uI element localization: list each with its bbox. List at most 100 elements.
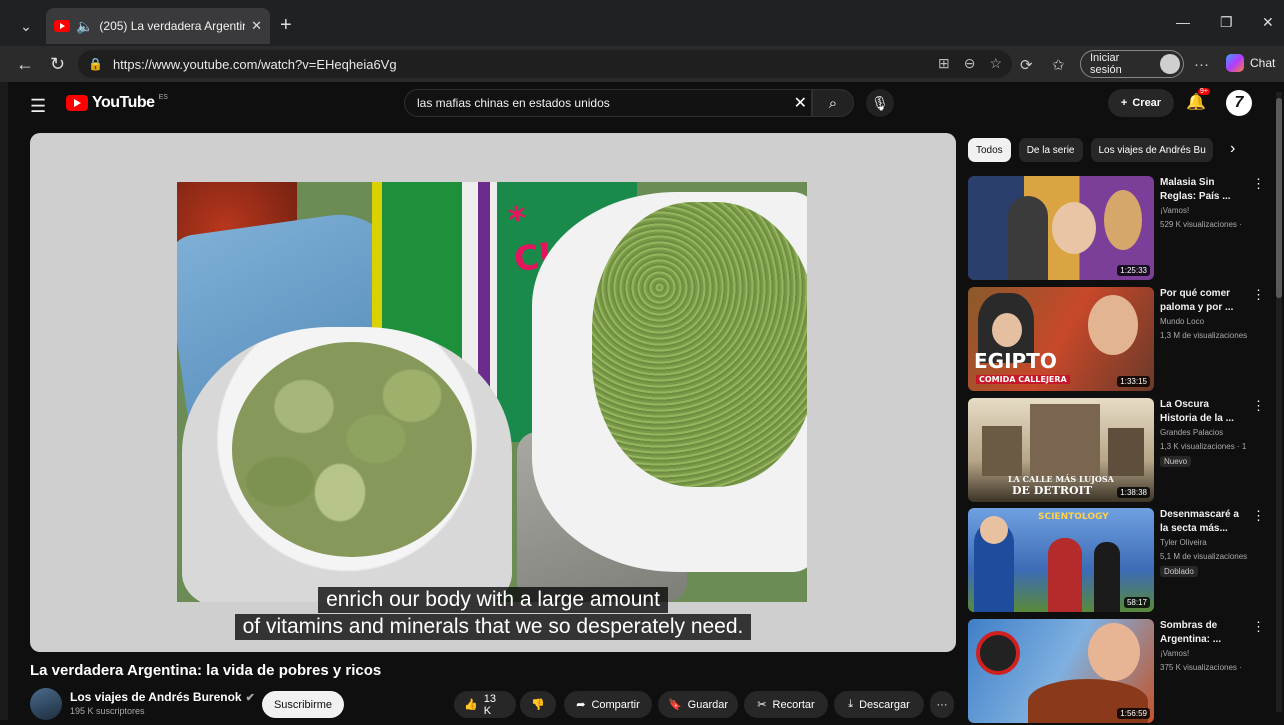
new-badge: Nuevo (1160, 456, 1192, 467)
clip-label: Recortar (772, 698, 815, 711)
chevron-right-icon[interactable]: › (1230, 140, 1235, 158)
recommendation-item[interactable]: EGIPTO COMIDA CALLEJERA 1:33:15 Por qué … (968, 287, 1268, 393)
recommendation-thumbnail[interactable]: 1:25:33 (968, 176, 1154, 280)
scissors-icon: ✂ (757, 699, 767, 711)
search-icon: ⌕ (828, 94, 838, 112)
chip-de-la-serie[interactable]: De la serie (1018, 138, 1083, 162)
back-icon[interactable]: ← (16, 54, 34, 75)
chat-label: Chat (1250, 56, 1276, 70)
plus-icon: + (1120, 97, 1128, 109)
recommendation-title: Desenmascaré a la secta más... (1160, 509, 1239, 534)
channel-name: Los viajes de Andrés Burenok (70, 690, 242, 704)
close-window-icon[interactable]: ✕ (1262, 14, 1274, 31)
subscribe-button[interactable]: Suscribirme (262, 691, 344, 718)
like-count: 13 K (483, 692, 496, 717)
signin-button[interactable]: Iniciar sesión (1080, 50, 1184, 78)
more-options-icon[interactable]: ··· (1194, 56, 1209, 73)
notifications-bell-icon[interactable]: 🔔 9+ (1186, 88, 1210, 112)
new-tab-icon[interactable]: + (280, 14, 292, 37)
more-actions-icon[interactable]: ··· (930, 691, 954, 718)
duration-badge: 1:38:38 (1117, 487, 1150, 498)
recommendation-views: 5,1 M de visualizaciones (1160, 552, 1248, 561)
tab-strip: ⌄ 🔈 (205) La verdadera Argentina: la vid… (0, 0, 1284, 46)
recommendation-thumbnail[interactable]: 1:56:59 (968, 619, 1154, 723)
coca-leaves (232, 342, 472, 557)
speaker-icon[interactable]: 🔈 (76, 18, 93, 35)
video-player[interactable]: * CLAVO enrich our body with a large amo… (30, 133, 956, 652)
dislike-button[interactable]: 👎 (520, 691, 556, 718)
verified-icon: ✔ (245, 692, 255, 704)
recommendation-channel: Mundo Loco (1160, 317, 1205, 326)
create-button[interactable]: + Crear (1108, 89, 1174, 117)
more-vert-icon[interactable]: ⋮ (1252, 176, 1265, 192)
chip-channel[interactable]: Los viajes de Andrés Bu (1090, 138, 1213, 162)
zoom-icon[interactable]: ⊖ (964, 55, 976, 72)
menu-icon[interactable]: ☰ (30, 96, 46, 117)
recommendation-thumbnail[interactable]: EGIPTO COMIDA CALLEJERA 1:33:15 (968, 287, 1154, 391)
more-vert-icon[interactable]: ⋮ (1252, 398, 1265, 414)
recommendation-channel: Tyler Oliveira (1160, 538, 1207, 547)
save-label: Guardar (687, 698, 729, 711)
duration-badge: 58:17 (1123, 597, 1150, 608)
recommendation-item[interactable]: 1:56:59 Sombras de Argentina: ... ¡Vamos… (968, 619, 1268, 725)
browser-tab[interactable]: 🔈 (205) La verdadera Argentina: la vida … (46, 8, 270, 44)
search-button[interactable]: ⌕ (812, 89, 854, 117)
copilot-chat-button[interactable]: Chat (1226, 54, 1275, 72)
clear-search-icon[interactable]: ✕ (794, 93, 807, 113)
favorites-icon[interactable]: ✩ (1052, 56, 1065, 74)
app-available-icon[interactable]: ⊞ (938, 55, 950, 72)
more-vert-icon[interactable]: ⋮ (1252, 508, 1265, 524)
recommendation-thumbnail[interactable]: LA CALLE MÁS LUJOSA DE DETROIT 1:38:38 (968, 398, 1154, 502)
maximize-icon[interactable]: ❐ (1220, 14, 1233, 31)
recommendation-channel: ¡Vamos! (1160, 206, 1190, 215)
recommendation-views: 1,3 M de visualizaciones (1160, 331, 1248, 340)
youtube-page: ☰ YouTube ES las mafias chinas en estado… (8, 82, 1284, 723)
reload-icon[interactable]: ↻ (50, 54, 65, 75)
share-icon: ➦ (576, 699, 586, 711)
chip-todos[interactable]: Todos (968, 138, 1011, 162)
share-label: Compartir (591, 698, 640, 711)
more-vert-icon[interactable]: ⋮ (1252, 287, 1265, 303)
video-frame: * CLAVO (177, 182, 807, 602)
favorite-star-icon[interactable]: ☆ (989, 55, 1002, 72)
tab-list-chevron-icon[interactable]: ⌄ (12, 12, 40, 40)
share-button[interactable]: ➦ Compartir (564, 691, 652, 718)
more-vert-icon[interactable]: ⋮ (1252, 619, 1265, 635)
clip-button[interactable]: ✂ Recortar (744, 691, 828, 718)
page-scrollbar[interactable] (1276, 92, 1282, 712)
thumbnail-overlay-title: SCIENTOLOGY (1038, 512, 1109, 522)
copilot-icon (1226, 54, 1244, 72)
country-code: ES (158, 93, 168, 101)
tab-title: (205) La verdadera Argentina: la vida de… (99, 19, 245, 33)
recommendation-title: Sombras de Argentina: ... (1160, 620, 1222, 645)
recommendation-thumbnail[interactable]: SCIENTOLOGY 58:17 (968, 508, 1154, 612)
thumbs-down-icon: 👎 (531, 699, 545, 711)
account-avatar[interactable]: 7 (1226, 90, 1252, 116)
channel-name-row[interactable]: Los viajes de Andrés Burenok ✔ (70, 690, 255, 704)
download-button[interactable]: ⤓ Descargar (834, 691, 924, 718)
lock-icon: 🔒 (88, 57, 103, 71)
caption-line-1: enrich our body with a large amount (318, 587, 668, 613)
minimize-icon[interactable]: — (1176, 14, 1190, 30)
close-tab-icon[interactable]: ✕ (251, 18, 262, 34)
url-field[interactable]: 🔒 https://www.youtube.com/watch?v=EHeqhe… (78, 50, 1012, 78)
youtube-wordmark: YouTube (92, 94, 155, 111)
channel-avatar[interactable] (30, 688, 62, 720)
dubbed-badge: Doblado (1160, 566, 1198, 577)
download-icon: ⤓ (848, 698, 854, 710)
download-label: Descargar (859, 698, 910, 711)
recommendation-item[interactable]: 1:25:33 Malasia Sin Reglas: País ... ¡Va… (968, 176, 1268, 282)
notification-badge: 9+ (1198, 88, 1210, 95)
search-input[interactable]: las mafias chinas en estados unidos ✕ (404, 89, 812, 117)
recommendation-views: 375 K visualizaciones · (1160, 663, 1242, 672)
voice-search-icon[interactable]: 🎙 (866, 89, 894, 117)
youtube-logo[interactable]: YouTube ES (66, 94, 168, 112)
recommendation-item[interactable]: LA CALLE MÁS LUJOSA DE DETROIT 1:38:38 L… (968, 398, 1268, 504)
signin-label: Iniciar sesión (1090, 52, 1122, 76)
scrollbar-thumb[interactable] (1276, 98, 1282, 298)
extensions-icon[interactable]: ⟳ (1020, 56, 1033, 74)
save-button[interactable]: 🔖 Guardar (658, 691, 738, 718)
recommendation-item[interactable]: SCIENTOLOGY 58:17 Desenmascaré a la sect… (968, 508, 1268, 614)
thumbnail-overlay-title: LA CALLE MÁS LUJOSA (1008, 474, 1114, 484)
like-button[interactable]: 👍 13 K (454, 691, 516, 718)
